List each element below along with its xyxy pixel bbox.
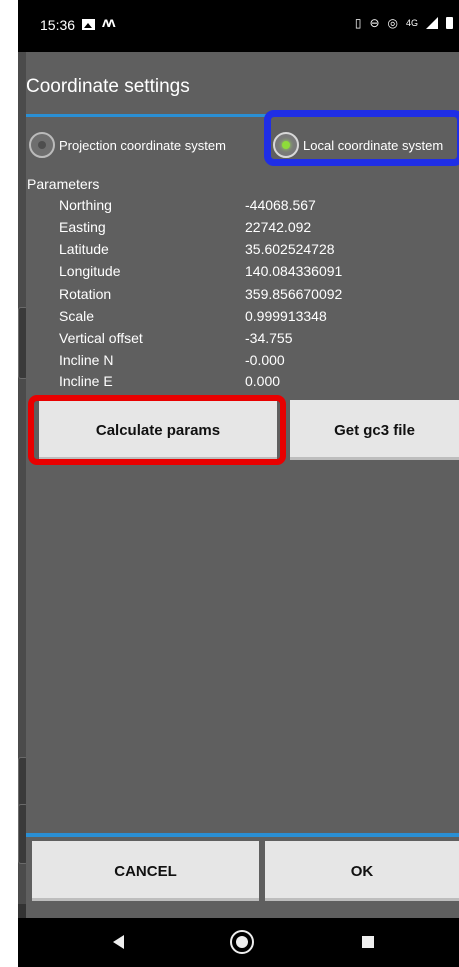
phone-screen: 15:36 ʌʌ ▯ ⊖ ◎ 4G Coordinate settings Pr… [18,0,459,967]
param-value: 22742.092 [245,219,312,235]
radio-label: Projection coordinate system [59,137,226,153]
param-value: 140.084336091 [245,263,343,279]
coordinate-settings-dialog: Coordinate settings Projection coordinat… [26,52,459,918]
home-icon[interactable] [230,930,254,954]
radio-projection-coordinate-system[interactable]: Projection coordinate system [29,127,259,163]
param-label: Longitude [59,263,121,279]
vibrate-icon: ▯ [354,16,362,30]
param-label: Vertical offset [59,330,143,346]
signal-icon [426,17,438,29]
param-value: 359.856670092 [245,286,343,302]
param-value: -0.000 [245,352,285,368]
param-label: Scale [59,308,95,324]
param-label: Incline N [59,352,114,368]
blue-highlight-box [264,110,459,166]
hotspot-icon: ◎ [387,16,398,30]
param-value: -34.755 [245,330,293,346]
m-notification-icon: ʌʌ [102,14,116,30]
param-value: 35.602524728 [245,241,335,257]
param-value: -44068.567 [245,197,316,213]
param-label: Incline E [59,373,113,389]
status-time: 15:36 [40,17,76,33]
red-highlight-box [28,395,286,465]
param-label: Latitude [59,241,109,257]
radio-unchecked-icon [29,132,55,158]
network-type: 4G [405,18,418,28]
ok-button[interactable]: OK [265,841,459,901]
param-label: Easting [59,219,106,235]
param-value: 0.999913348 [245,308,327,324]
status-icons: ▯ ⊖ ◎ 4G [355,16,453,30]
parameters-heading: Parameters [27,176,100,192]
image-notification-icon [82,19,95,30]
navigation-bar [18,918,459,967]
recents-icon[interactable] [362,936,374,948]
status-bar: 15:36 ʌʌ ▯ ⊖ ◎ 4G [18,0,459,52]
back-icon[interactable] [113,935,124,949]
param-label: Northing [59,197,112,213]
cancel-button[interactable]: CANCEL [32,841,259,901]
dialog-title: Coordinate settings [26,76,190,97]
button-bar-divider [26,833,459,837]
get-gc3-file-button[interactable]: Get gc3 file [290,400,459,460]
param-label: Rotation [59,286,112,302]
battery-icon [446,17,453,29]
param-value: 0.000 [245,373,281,389]
dnd-icon: ⊖ [369,16,380,30]
